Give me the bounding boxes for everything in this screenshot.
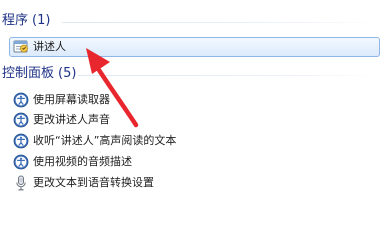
ease-of-access-icon xyxy=(13,92,29,108)
result-item-hear-text-read-aloud[interactable]: 收听“讲述人”高声阅读的文本 xyxy=(9,131,176,151)
result-item-label: 收听“讲述人”高声阅读的文本 xyxy=(33,134,177,147)
result-item-label: 更改文本到语音转换设置 xyxy=(33,176,154,189)
ease-of-access-icon xyxy=(13,133,29,149)
result-item-label: 讲述人 xyxy=(33,40,66,53)
result-item-audio-description[interactable]: 使用视频的音频描述 xyxy=(9,152,132,172)
result-item-label: 使用屏幕读取器 xyxy=(33,93,110,106)
programs-section-title: 程序 xyxy=(2,13,29,28)
control-panel-section-divider xyxy=(78,75,380,76)
result-item-label: 使用视频的音频描述 xyxy=(33,155,132,168)
control-panel-section-count: (5) xyxy=(58,66,77,81)
result-item-narrator[interactable]: 讲述人 xyxy=(9,37,380,57)
control-panel-section-title: 控制面板 xyxy=(2,66,55,81)
result-item-change-narrator-voice[interactable]: 更改讲述人声音 xyxy=(9,110,110,130)
programs-section-divider xyxy=(62,22,380,23)
microphone-icon xyxy=(13,175,29,191)
result-item-use-screen-reader[interactable]: 使用屏幕读取器 xyxy=(9,90,110,110)
narrator-app-icon xyxy=(13,39,29,55)
programs-section-header: 程序 (1) xyxy=(2,10,50,32)
programs-section-count: (1) xyxy=(32,13,51,28)
ease-of-access-icon xyxy=(13,154,29,170)
result-item-text-to-speech-settings[interactable]: 更改文本到语音转换设置 xyxy=(9,173,154,193)
ease-of-access-icon xyxy=(13,112,29,128)
control-panel-section-header: 控制面板 (5) xyxy=(2,63,76,85)
result-item-label: 更改讲述人声音 xyxy=(33,113,110,126)
